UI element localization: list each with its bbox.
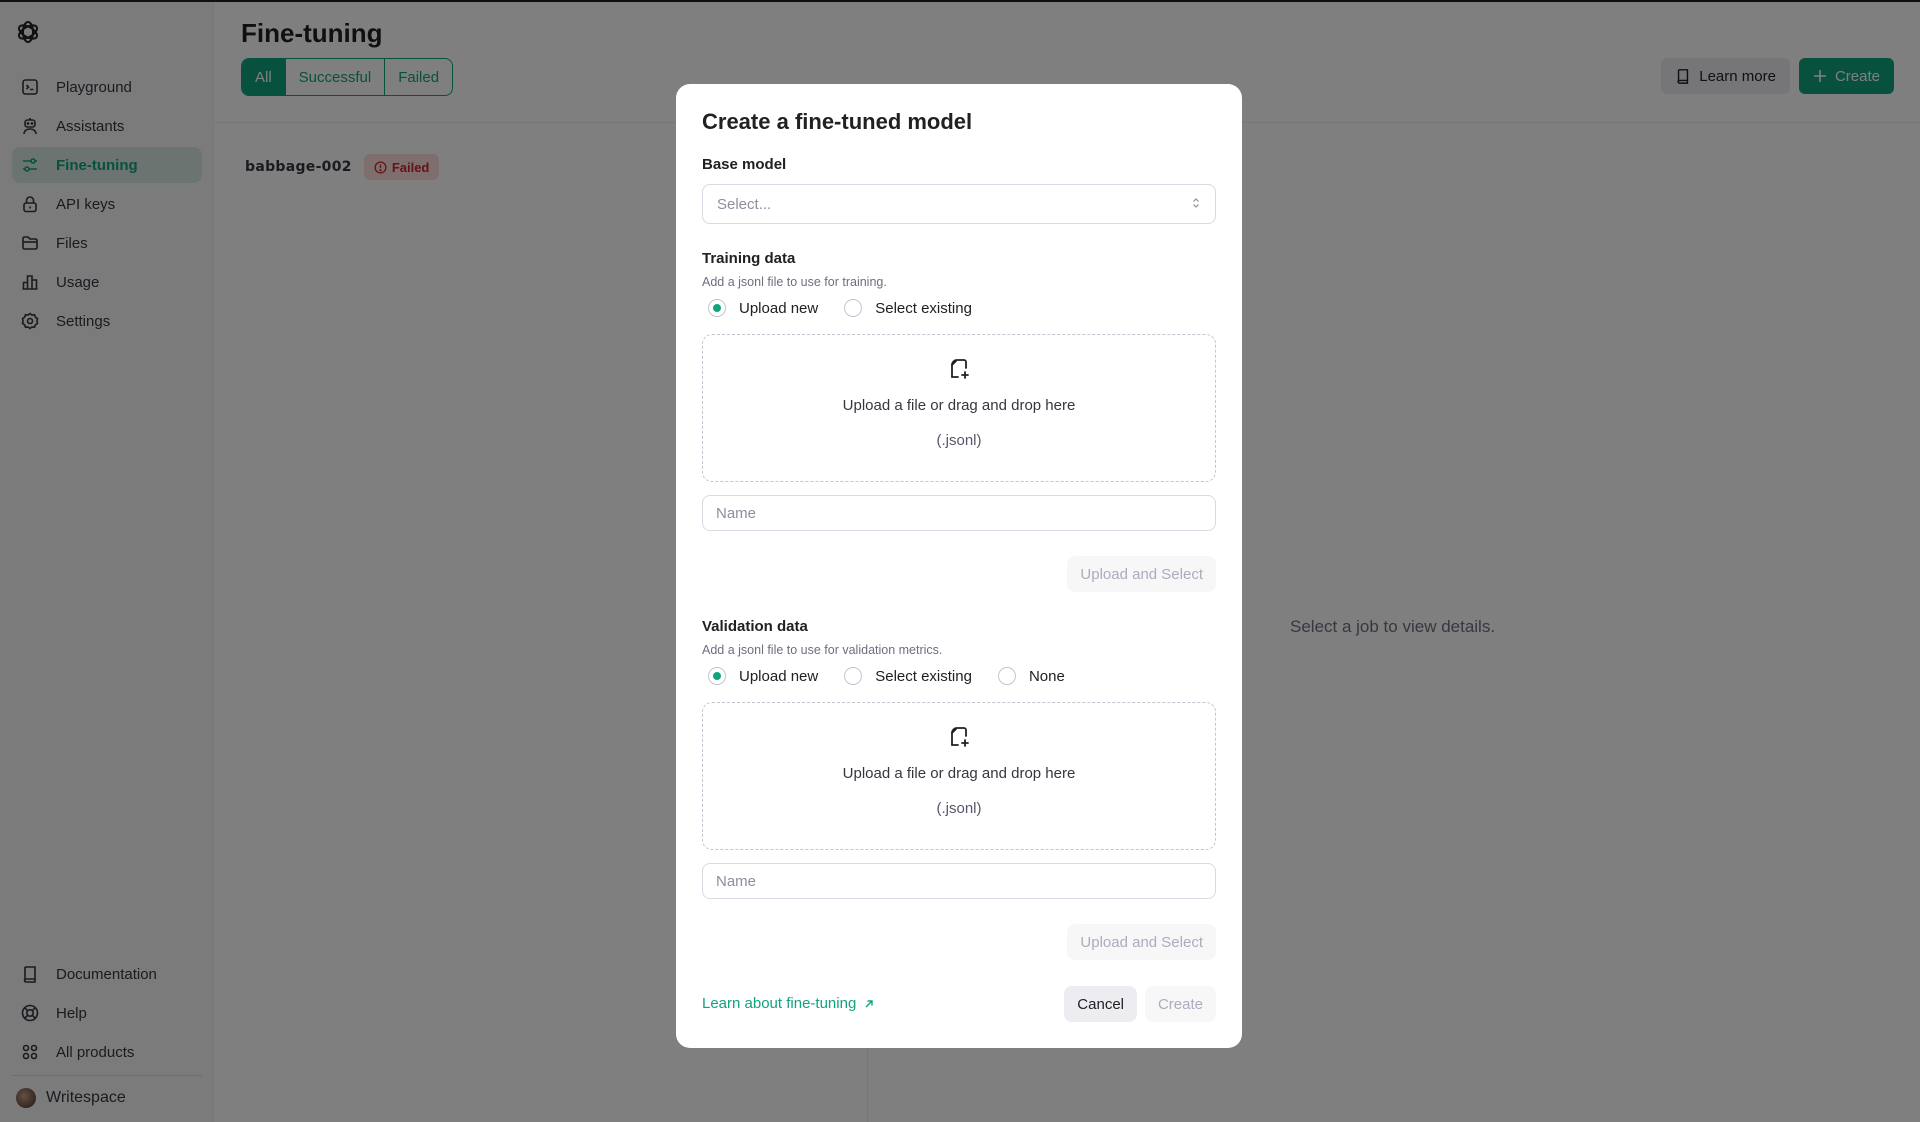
training-data-label: Training data	[702, 250, 796, 267]
radio-label: Select existing	[875, 667, 972, 685]
radio-indicator	[844, 299, 863, 317]
validation-name-input[interactable]	[702, 863, 1216, 899]
radio-label: Upload new	[739, 299, 819, 317]
training-upload-and-select-button[interactable]: Upload and Select	[1067, 556, 1216, 592]
validation-select-existing-radio[interactable]: Select existing	[844, 667, 972, 685]
training-source-radio-group: Upload new Select existing	[708, 299, 998, 317]
chevron-up-down-icon	[1191, 196, 1201, 213]
dropzone-extension: (.jsonl)	[936, 432, 982, 449]
training-select-existing-radio[interactable]: Select existing	[844, 299, 972, 317]
radio-indicator	[844, 667, 863, 685]
radio-indicator	[997, 667, 1016, 685]
external-link-arrow-icon	[864, 999, 874, 1009]
base-model-select[interactable]: Select...	[702, 184, 1216, 224]
dropzone-text: Upload a file or drag and drop here	[842, 765, 1076, 782]
validation-upload-and-select-button[interactable]: Upload and Select	[1067, 924, 1216, 960]
learn-about-fine-tuning-link[interactable]: Learn about fine-tuning	[702, 995, 874, 1012]
training-name-input[interactable]	[702, 495, 1216, 531]
radio-label: Upload new	[739, 667, 819, 685]
link-label: Learn about fine-tuning	[702, 995, 857, 1012]
radio-label: Select existing	[875, 299, 972, 317]
radio-indicator	[708, 667, 726, 685]
validation-data-label: Validation data	[702, 618, 808, 635]
radio-indicator	[708, 299, 726, 317]
training-data-help: Add a jsonl file to use for training.	[702, 275, 887, 289]
file-plus-icon	[947, 357, 971, 383]
dialog-title: Create a fine-tuned model	[702, 109, 973, 134]
radio-label: None	[1028, 667, 1065, 685]
base-model-placeholder: Select...	[717, 195, 772, 213]
create-submit-button[interactable]: Create	[1144, 986, 1216, 1022]
base-model-label: Base model	[702, 156, 787, 173]
create-fine-tune-dialog: Create a fine-tuned model Base model Sel…	[676, 84, 1242, 1048]
dropzone-text: Upload a file or drag and drop here	[842, 397, 1076, 414]
file-plus-icon	[947, 725, 971, 751]
validation-none-radio[interactable]: None	[997, 667, 1065, 685]
dropzone-extension: (.jsonl)	[936, 800, 982, 817]
validation-source-radio-group: Upload new Select existing None	[708, 667, 1091, 685]
cancel-button[interactable]: Cancel	[1064, 986, 1137, 1022]
validation-data-help: Add a jsonl file to use for validation m…	[702, 643, 943, 657]
training-upload-new-radio[interactable]: Upload new	[708, 299, 818, 317]
validation-upload-new-radio[interactable]: Upload new	[708, 667, 818, 685]
validation-file-dropzone[interactable]: Upload a file or drag and drop here (.js…	[702, 702, 1216, 850]
training-file-dropzone[interactable]: Upload a file or drag and drop here (.js…	[702, 334, 1216, 482]
